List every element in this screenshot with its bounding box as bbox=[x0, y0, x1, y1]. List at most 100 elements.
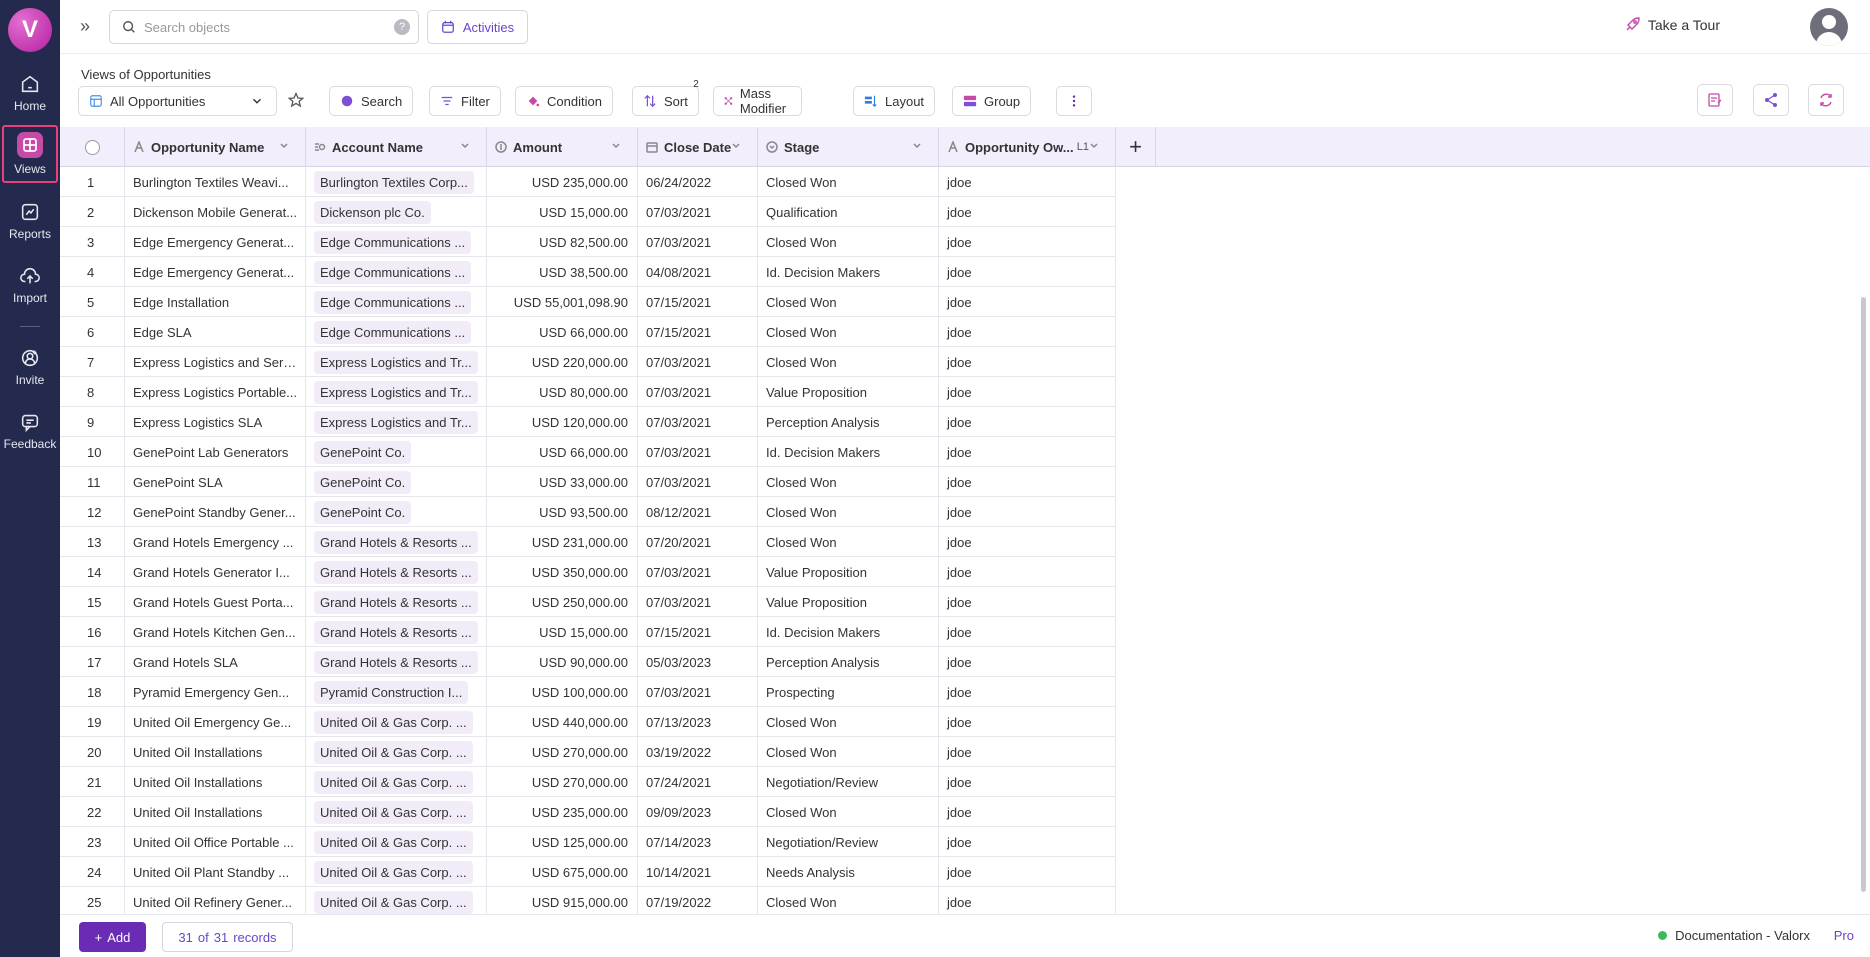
close-date-cell[interactable]: 07/03/2021 bbox=[638, 467, 758, 497]
opportunity-name-cell[interactable]: Express Logistics SLA bbox=[125, 407, 306, 437]
add-column-button[interactable]: + bbox=[1116, 127, 1156, 167]
table-row[interactable]: 12 GenePoint Standby Gener... GenePoint Co… bbox=[60, 497, 1116, 527]
opportunity-name-cell[interactable]: Dickenson Mobile Generat... bbox=[125, 197, 306, 227]
stage-cell[interactable]: Closed Won bbox=[758, 707, 939, 737]
sidebar-item-invite[interactable]: Invite bbox=[0, 338, 60, 396]
records-count[interactable]: 31 of 31 records bbox=[162, 922, 293, 952]
table-row[interactable]: 11 GenePoint SLA GenePoint Co. USD 33,000.0… bbox=[60, 467, 1116, 497]
close-date-cell[interactable]: 07/15/2021 bbox=[638, 617, 758, 647]
table-row[interactable]: 7 Express Logistics and Serv... Express Lo… bbox=[60, 347, 1116, 377]
amount-cell[interactable]: USD 90,000.00 bbox=[487, 647, 638, 677]
search-button[interactable]: Search bbox=[329, 86, 414, 116]
row-number[interactable]: 21 bbox=[60, 767, 125, 797]
opportunity-name-cell[interactable]: United Oil Office Portable ... bbox=[125, 827, 306, 857]
opportunity-name-cell[interactable]: United Oil Emergency Ge... bbox=[125, 707, 306, 737]
owner-cell[interactable]: jdoe bbox=[939, 737, 1116, 767]
account-name-cell[interactable]: Edge Communications ... bbox=[306, 287, 487, 317]
account-name-cell[interactable]: GenePoint Co. bbox=[306, 437, 487, 467]
close-date-cell[interactable]: 08/12/2021 bbox=[638, 497, 758, 527]
table-row[interactable]: 15 Grand Hotels Guest Porta... Grand Hotel… bbox=[60, 587, 1116, 617]
account-pill[interactable]: United Oil & Gas Corp. ... bbox=[314, 710, 473, 734]
chevron-down-icon[interactable] bbox=[731, 141, 741, 151]
close-date-cell[interactable]: 07/03/2021 bbox=[638, 557, 758, 587]
account-pill[interactable]: Express Logistics and Tr... bbox=[314, 410, 478, 434]
account-pill[interactable]: Burlington Textiles Corp... bbox=[314, 170, 474, 194]
amount-cell[interactable]: USD 33,000.00 bbox=[487, 467, 638, 497]
opportunity-name-cell[interactable]: Edge Emergency Generat... bbox=[125, 227, 306, 257]
account-name-cell[interactable]: Grand Hotels & Resorts ... bbox=[306, 587, 487, 617]
amount-cell[interactable]: USD 66,000.00 bbox=[487, 437, 638, 467]
stage-cell[interactable]: Qualification bbox=[758, 197, 939, 227]
row-number[interactable]: 2 bbox=[60, 197, 125, 227]
stage-cell[interactable]: Value Proposition bbox=[758, 557, 939, 587]
account-name-cell[interactable]: GenePoint Co. bbox=[306, 467, 487, 497]
opportunity-name-cell[interactable]: Burlington Textiles Weavi... bbox=[125, 167, 306, 197]
owner-cell[interactable]: jdoe bbox=[939, 827, 1116, 857]
owner-cell[interactable]: jdoe bbox=[939, 497, 1116, 527]
amount-cell[interactable]: USD 235,000.00 bbox=[487, 797, 638, 827]
close-date-cell[interactable]: 07/03/2021 bbox=[638, 347, 758, 377]
table-row[interactable]: 9 Express Logistics SLA Express Logistics … bbox=[60, 407, 1116, 437]
opportunity-name-cell[interactable]: United Oil Refinery Gener... bbox=[125, 887, 306, 917]
account-pill[interactable]: Edge Communications ... bbox=[314, 290, 472, 314]
opportunity-name-cell[interactable]: GenePoint SLA bbox=[125, 467, 306, 497]
opportunity-name-cell[interactable]: United Oil Installations bbox=[125, 797, 306, 827]
user-avatar[interactable] bbox=[1810, 8, 1848, 46]
favorite-star-icon[interactable] bbox=[287, 91, 305, 111]
stage-cell[interactable]: Prospecting bbox=[758, 677, 939, 707]
opportunity-name-cell[interactable]: Grand Hotels Kitchen Gen... bbox=[125, 617, 306, 647]
amount-cell[interactable]: USD 220,000.00 bbox=[487, 347, 638, 377]
owner-cell[interactable]: jdoe bbox=[939, 797, 1116, 827]
account-name-cell[interactable]: United Oil & Gas Corp. ... bbox=[306, 707, 487, 737]
table-row[interactable]: 13 Grand Hotels Emergency ... Grand Hotels… bbox=[60, 527, 1116, 557]
owner-cell[interactable]: jdoe bbox=[939, 677, 1116, 707]
account-pill[interactable]: GenePoint Co. bbox=[314, 500, 412, 524]
account-pill[interactable]: Dickenson plc Co. bbox=[314, 200, 431, 224]
account-pill[interactable]: Grand Hotels & Resorts ... bbox=[314, 590, 478, 614]
account-name-cell[interactable]: Grand Hotels & Resorts ... bbox=[306, 647, 487, 677]
sort-button[interactable]: Sort 2 bbox=[632, 79, 699, 116]
account-name-cell[interactable]: Grand Hotels & Resorts ... bbox=[306, 527, 487, 557]
documentation-link[interactable]: Documentation - Valorx bbox=[1658, 928, 1810, 943]
sidebar-item-feedback[interactable]: Feedback bbox=[0, 402, 60, 460]
stage-cell[interactable]: Negotiation/Review bbox=[758, 827, 939, 857]
account-name-cell[interactable]: United Oil & Gas Corp. ... bbox=[306, 827, 487, 857]
owner-cell[interactable]: jdoe bbox=[939, 887, 1116, 917]
row-number[interactable]: 7 bbox=[60, 347, 125, 377]
stage-cell[interactable]: Closed Won bbox=[758, 467, 939, 497]
account-name-cell[interactable]: Edge Communications ... bbox=[306, 227, 487, 257]
stage-cell[interactable]: Id. Decision Makers bbox=[758, 617, 939, 647]
amount-cell[interactable]: USD 15,000.00 bbox=[487, 197, 638, 227]
account-pill[interactable]: United Oil & Gas Corp. ... bbox=[314, 740, 473, 764]
row-number[interactable]: 18 bbox=[60, 677, 125, 707]
select-all-checkbox[interactable] bbox=[84, 139, 100, 155]
row-number[interactable]: 16 bbox=[60, 617, 125, 647]
table-row[interactable]: 10 GenePoint Lab Generators GenePoint Co. U… bbox=[60, 437, 1116, 467]
amount-cell[interactable]: USD 38,500.00 bbox=[487, 257, 638, 287]
stage-cell[interactable]: Perception Analysis bbox=[758, 647, 939, 677]
row-number[interactable]: 5 bbox=[60, 287, 125, 317]
opportunity-name-cell[interactable]: Edge Installation bbox=[125, 287, 306, 317]
opportunity-name-cell[interactable]: Grand Hotels SLA bbox=[125, 647, 306, 677]
owner-cell[interactable]: jdoe bbox=[939, 437, 1116, 467]
activities-button[interactable]: Activities bbox=[427, 10, 528, 44]
stage-cell[interactable]: Closed Won bbox=[758, 887, 939, 917]
search-input[interactable] bbox=[144, 19, 384, 35]
table-row[interactable]: 6 Edge SLA Edge Communications ... USD 66,0… bbox=[60, 317, 1116, 347]
row-number[interactable]: 1 bbox=[60, 167, 125, 197]
account-name-cell[interactable]: Edge Communications ... bbox=[306, 257, 487, 287]
close-date-cell[interactable]: 07/20/2021 bbox=[638, 527, 758, 557]
stage-cell[interactable]: Closed Won bbox=[758, 497, 939, 527]
share-button[interactable] bbox=[1753, 84, 1789, 116]
stage-cell[interactable]: Needs Analysis bbox=[758, 857, 939, 887]
owner-cell[interactable]: jdoe bbox=[939, 407, 1116, 437]
owner-cell[interactable]: jdoe bbox=[939, 557, 1116, 587]
account-name-cell[interactable]: United Oil & Gas Corp. ... bbox=[306, 797, 487, 827]
view-selector[interactable]: All Opportunities bbox=[78, 86, 277, 116]
close-date-cell[interactable]: 07/19/2022 bbox=[638, 887, 758, 917]
account-name-cell[interactable]: United Oil & Gas Corp. ... bbox=[306, 737, 487, 767]
owner-cell[interactable]: jdoe bbox=[939, 287, 1116, 317]
opportunity-name-cell[interactable]: United Oil Plant Standby ... bbox=[125, 857, 306, 887]
vertical-scrollbar[interactable] bbox=[1861, 297, 1866, 892]
account-name-cell[interactable]: United Oil & Gas Corp. ... bbox=[306, 767, 487, 797]
